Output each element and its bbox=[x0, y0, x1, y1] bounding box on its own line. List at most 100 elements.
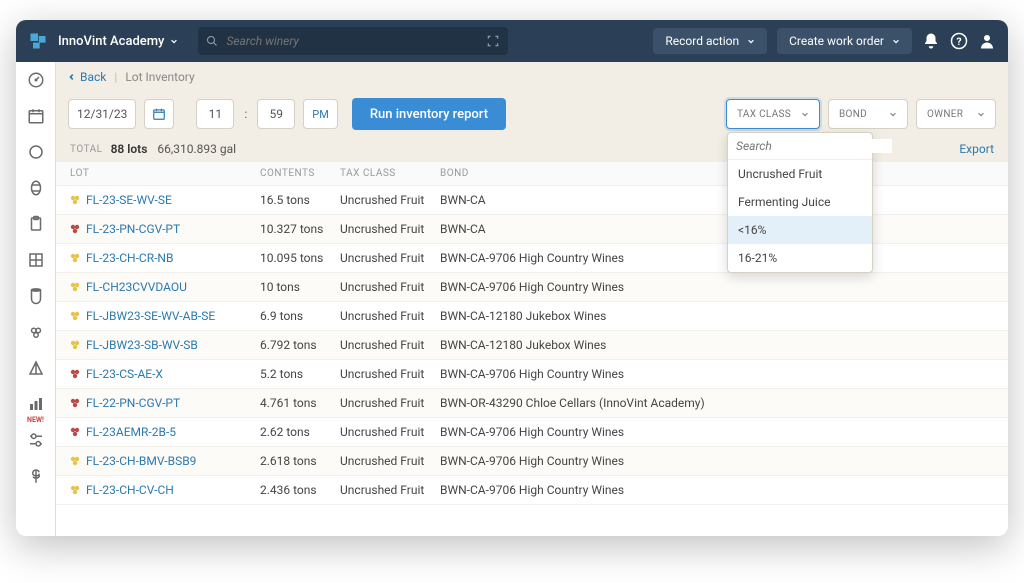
cell-tax-class: Uncrushed Fruit bbox=[340, 483, 440, 497]
cell-contents: 10.095 tons bbox=[260, 251, 340, 265]
rail-clipboard[interactable] bbox=[26, 214, 46, 234]
rail-circle[interactable] bbox=[26, 142, 46, 162]
rail-grapes[interactable] bbox=[26, 322, 46, 342]
meridiem-toggle[interactable]: PM bbox=[303, 99, 338, 129]
lot-link[interactable]: FL-23-SE-WV-SE bbox=[86, 193, 172, 207]
cell-contents: 6.792 tons bbox=[260, 338, 340, 352]
record-action-button[interactable]: Record action bbox=[653, 28, 767, 54]
header-contents[interactable]: CONTENTS bbox=[260, 168, 340, 179]
lot-link[interactable]: FL-JBW23-SB-WV-SB bbox=[86, 338, 198, 352]
table-row[interactable]: FL-JBW23-SE-WV-AB-SE 6.9 tons Uncrushed … bbox=[56, 302, 1008, 331]
dropdown-option[interactable]: Fermenting Juice bbox=[728, 188, 872, 216]
cell-tax-class: Uncrushed Fruit bbox=[340, 454, 440, 468]
cell-bond: BWN-CA bbox=[440, 193, 994, 207]
tax-class-dropdown: Uncrushed FruitFermenting Juice<16%16-21… bbox=[727, 132, 873, 273]
calendar-button[interactable] bbox=[144, 99, 174, 129]
lot-link[interactable]: FL-23-CH-CR-NB bbox=[86, 251, 173, 265]
rail-settings[interactable] bbox=[26, 430, 46, 450]
bond-filter[interactable]: BOND bbox=[828, 99, 908, 129]
topbar: InnoVint Academy Record action Create wo… bbox=[16, 20, 1008, 62]
date-input[interactable]: 12/31/23 bbox=[68, 99, 136, 129]
table-row[interactable]: FL-23AEMR-2B-5 2.62 tons Uncrushed Fruit… bbox=[56, 418, 1008, 447]
cell-bond: BWN-CA-9706 High Country Wines bbox=[440, 454, 994, 468]
rail-barrel[interactable] bbox=[26, 178, 46, 198]
cell-tax-class: Uncrushed Fruit bbox=[340, 280, 440, 294]
cell-contents: 10 tons bbox=[260, 280, 340, 294]
global-search[interactable] bbox=[198, 27, 508, 55]
lot-link[interactable]: FL-23AEMR-2B-5 bbox=[86, 425, 176, 439]
dropdown-option[interactable]: Uncrushed Fruit bbox=[728, 160, 872, 188]
breadcrumb: Back | Lot Inventory bbox=[56, 62, 1008, 92]
table-row[interactable]: FL-23-CH-CV-CH 2.436 tons Uncrushed Frui… bbox=[56, 476, 1008, 505]
create-work-order-button[interactable]: Create work order bbox=[777, 28, 912, 54]
dropdown-option[interactable]: <16% bbox=[728, 216, 872, 244]
total-label: TOTAL bbox=[70, 144, 103, 155]
lot-link[interactable]: FL-22-PN-CGV-PT bbox=[86, 396, 180, 410]
run-inventory-button[interactable]: Run inventory report bbox=[352, 98, 506, 130]
dropdown-search-input[interactable] bbox=[736, 139, 892, 153]
cell-contents: 5.2 tons bbox=[260, 367, 340, 381]
chevron-down-icon bbox=[801, 110, 809, 118]
cell-tax-class: Uncrushed Fruit bbox=[340, 251, 440, 265]
cell-tax-class: Uncrushed Fruit bbox=[340, 338, 440, 352]
table-row[interactable]: FL-22-PN-CGV-PT 4.761 tons Uncrushed Fru… bbox=[56, 389, 1008, 418]
rail-reports[interactable]: NEW! bbox=[26, 394, 46, 414]
chevron-down-icon bbox=[892, 37, 900, 45]
winery-selector[interactable]: InnoVint Academy bbox=[58, 34, 178, 49]
search-input[interactable] bbox=[226, 34, 478, 48]
header-bond[interactable]: BOND bbox=[440, 168, 994, 179]
controls-row: 12/31/23 11 : 59 PM Run inventory report… bbox=[56, 92, 1008, 136]
lot-link[interactable]: FL-23-PN-CGV-PT bbox=[86, 222, 180, 236]
export-link[interactable]: Export bbox=[959, 142, 994, 156]
lot-color-icon bbox=[70, 282, 80, 292]
cell-contents: 4.761 tons bbox=[260, 396, 340, 410]
help-icon[interactable]: ? bbox=[950, 32, 968, 50]
chevron-left-icon bbox=[68, 73, 76, 81]
header-lot[interactable]: LOT bbox=[70, 168, 260, 179]
table-row[interactable]: FL-23-CH-BMV-BSB9 2.618 tons Uncrushed F… bbox=[56, 447, 1008, 476]
lot-link[interactable]: FL-JBW23-SE-WV-AB-SE bbox=[86, 309, 215, 323]
chevron-down-icon bbox=[170, 37, 178, 45]
table-row[interactable]: FL-23-CS-AE-X 5.2 tons Uncrushed Fruit B… bbox=[56, 360, 1008, 389]
cell-bond: BWN-CA-12180 Jukebox Wines bbox=[440, 338, 994, 352]
rail-dollar[interactable] bbox=[26, 466, 46, 486]
lot-color-icon bbox=[70, 398, 80, 408]
lot-color-icon bbox=[70, 253, 80, 263]
lot-link[interactable]: FL-CH23CVVDAOU bbox=[86, 280, 187, 294]
search-icon bbox=[206, 35, 218, 47]
lot-link[interactable]: FL-23-CS-AE-X bbox=[86, 367, 163, 381]
lot-link[interactable]: FL-23-CH-BMV-BSB9 bbox=[86, 454, 196, 468]
scan-icon[interactable] bbox=[486, 34, 500, 48]
bell-icon[interactable] bbox=[922, 32, 940, 50]
main-area: Back | Lot Inventory 12/31/23 11 : 59 PM… bbox=[56, 62, 1008, 536]
winery-name: InnoVint Academy bbox=[58, 34, 164, 49]
cell-tax-class: Uncrushed Fruit bbox=[340, 222, 440, 236]
lots-count: 88 lots bbox=[111, 142, 148, 156]
cell-contents: 2.62 tons bbox=[260, 425, 340, 439]
breadcrumb-current: Lot Inventory bbox=[125, 70, 194, 84]
back-link[interactable]: Back bbox=[68, 70, 106, 84]
chevron-down-icon bbox=[747, 37, 755, 45]
cell-bond: BWN-CA-9706 High Country Wines bbox=[440, 367, 994, 381]
rail-cup[interactable] bbox=[26, 286, 46, 306]
svg-text:?: ? bbox=[956, 35, 961, 48]
hour-input[interactable]: 11 bbox=[196, 99, 234, 129]
calendar-icon bbox=[152, 107, 166, 121]
rail-grid[interactable] bbox=[26, 250, 46, 270]
tax-class-filter[interactable]: TAX CLASS Uncrushed FruitFermenting Juic… bbox=[726, 99, 820, 129]
minute-input[interactable]: 59 bbox=[257, 99, 295, 129]
rail-dashboard[interactable] bbox=[26, 70, 46, 90]
new-badge: NEW! bbox=[27, 416, 44, 424]
user-icon[interactable] bbox=[978, 32, 996, 50]
lot-link[interactable]: FL-23-CH-CV-CH bbox=[86, 483, 174, 497]
dropdown-option[interactable]: 16-21% bbox=[728, 244, 872, 272]
table-row[interactable]: FL-JBW23-SB-WV-SB 6.792 tons Uncrushed F… bbox=[56, 331, 1008, 360]
total-volume: 66,310.893 gal bbox=[157, 142, 236, 156]
header-tax-class[interactable]: TAX CLASS bbox=[340, 168, 440, 179]
owner-filter[interactable]: OWNER bbox=[916, 99, 996, 129]
table-row[interactable]: FL-CH23CVVDAOU 10 tons Uncrushed Fruit B… bbox=[56, 273, 1008, 302]
rail-tent[interactable] bbox=[26, 358, 46, 378]
dropdown-search[interactable] bbox=[728, 133, 872, 160]
rail-calendar[interactable] bbox=[26, 106, 46, 126]
cell-tax-class: Uncrushed Fruit bbox=[340, 425, 440, 439]
